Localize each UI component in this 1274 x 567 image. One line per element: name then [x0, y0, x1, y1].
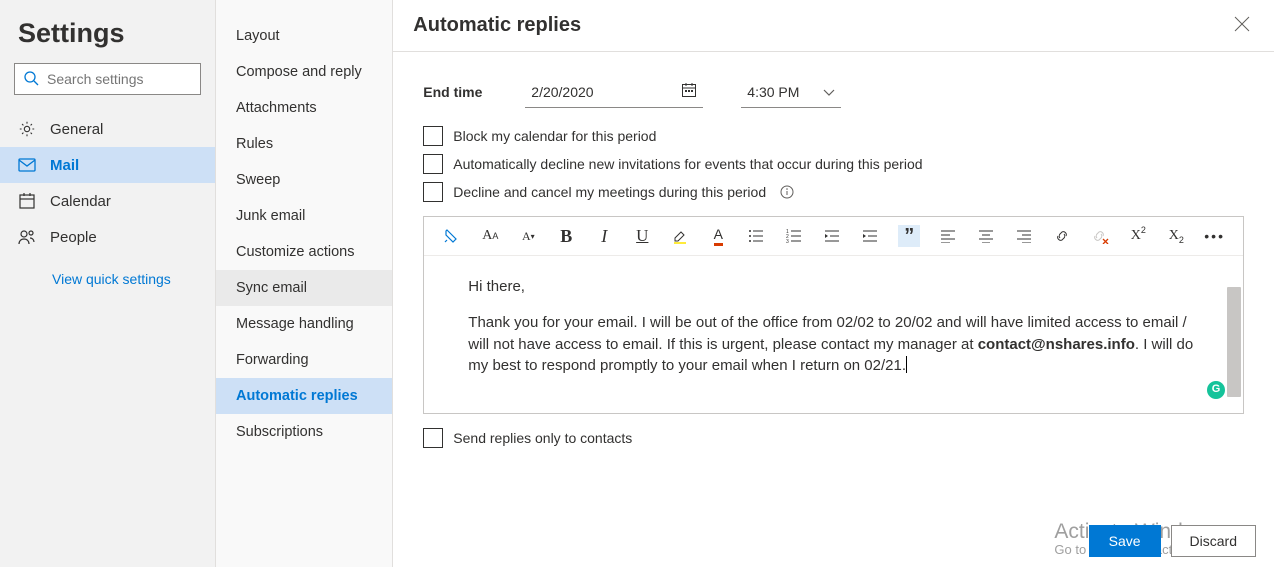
mid-junk[interactable]: Junk email	[216, 198, 392, 234]
nav-mail[interactable]: Mail	[0, 147, 215, 183]
mid-sweep[interactable]: Sweep	[216, 162, 392, 198]
people-icon	[18, 229, 36, 245]
blockquote-button[interactable]	[898, 225, 920, 247]
discard-button[interactable]: Discard	[1171, 525, 1256, 557]
bold-button[interactable]: B	[556, 225, 576, 247]
editor-toolbar: AA A▾ B I U A 123	[424, 217, 1243, 256]
automatic-replies-panel: Automatic replies End time 2/20/2020 4:3…	[393, 0, 1274, 567]
end-date-picker[interactable]: 2/20/2020	[525, 76, 703, 108]
superscript-button[interactable]: X2	[1128, 225, 1148, 247]
mid-layout[interactable]: Layout	[216, 18, 392, 54]
italic-button[interactable]: I	[594, 225, 614, 247]
settings-title: Settings	[0, 10, 215, 63]
align-left-icon[interactable]	[938, 225, 958, 247]
info-icon[interactable]	[780, 185, 794, 199]
nav-label: General	[50, 121, 103, 138]
panel-title: Automatic replies	[413, 14, 581, 37]
mid-compose[interactable]: Compose and reply	[216, 54, 392, 90]
search-settings[interactable]	[14, 63, 201, 95]
checkbox-block-calendar-label: Block my calendar for this period	[453, 128, 656, 144]
mail-settings-list: Layout Compose and reply Attachments Rul…	[215, 0, 393, 567]
mid-attachments[interactable]: Attachments	[216, 90, 392, 126]
calendar-icon	[18, 192, 36, 210]
view-quick-settings-link[interactable]: View quick settings	[0, 255, 215, 287]
mid-forwarding[interactable]: Forwarding	[216, 342, 392, 378]
subscript-button[interactable]: X2	[1166, 225, 1186, 247]
underline-button[interactable]: U	[632, 225, 652, 247]
save-button[interactable]: Save	[1089, 525, 1161, 557]
reply-editor: AA A▾ B I U A 123	[423, 216, 1244, 414]
more-options-icon[interactable]: •••	[1204, 225, 1225, 247]
outdent-icon[interactable]	[822, 225, 842, 247]
grammarly-icon[interactable]: G	[1207, 381, 1225, 399]
nav-calendar[interactable]: Calendar	[0, 183, 215, 219]
settings-sidebar: Settings General Mail Cale	[0, 0, 215, 567]
numbered-list-icon[interactable]: 123	[784, 225, 804, 247]
nav-general[interactable]: General	[0, 111, 215, 147]
mid-automatic-replies[interactable]: Automatic replies	[216, 378, 392, 414]
nav-label: Mail	[50, 157, 79, 174]
mid-sync-email[interactable]: Sync email	[216, 270, 392, 306]
mid-rules[interactable]: Rules	[216, 126, 392, 162]
highlight-icon[interactable]	[670, 225, 690, 247]
font-color-icon[interactable]: A	[708, 225, 728, 247]
gear-icon	[18, 120, 36, 138]
chevron-down-icon	[823, 84, 835, 100]
indent-icon[interactable]	[860, 225, 880, 247]
editor-body-text: Thank you for your email. I will be out …	[468, 312, 1199, 377]
nav-label: Calendar	[50, 193, 111, 210]
mail-icon	[18, 158, 36, 172]
close-button[interactable]	[1234, 16, 1250, 35]
end-time-picker[interactable]: 4:30 PM	[741, 76, 841, 108]
align-right-icon[interactable]	[1014, 225, 1034, 247]
insert-link-icon[interactable]	[1052, 225, 1072, 247]
editor-greeting: Hi there,	[468, 276, 1199, 298]
editor-textarea[interactable]: Hi there, Thank you for your email. I wi…	[424, 256, 1243, 413]
checkbox-replies-only-contacts[interactable]	[423, 428, 443, 448]
remove-link-icon[interactable]	[1090, 225, 1110, 247]
bulleted-list-icon[interactable]	[746, 225, 766, 247]
mid-customize-actions[interactable]: Customize actions	[216, 234, 392, 270]
svg-text:3: 3	[786, 239, 789, 243]
align-center-icon[interactable]	[976, 225, 996, 247]
font-size-down-icon[interactable]: A▾	[518, 225, 538, 247]
checkbox-decline-new[interactable]	[423, 154, 443, 174]
nav-people[interactable]: People	[0, 219, 215, 255]
mid-subscriptions[interactable]: Subscriptions	[216, 414, 392, 450]
calendar-picker-icon	[681, 82, 697, 101]
end-date-value: 2/20/2020	[531, 84, 593, 100]
mid-message-handling[interactable]: Message handling	[216, 306, 392, 342]
font-size-up-icon[interactable]: AA	[480, 225, 500, 247]
checkbox-decline-new-label: Automatically decline new invitations fo…	[453, 156, 922, 172]
format-painter-icon[interactable]	[442, 225, 462, 247]
nav-label: People	[50, 229, 97, 246]
end-time-value: 4:30 PM	[747, 84, 799, 100]
editor-scrollbar[interactable]	[1227, 287, 1241, 397]
checkbox-replies-only-contacts-label: Send replies only to contacts	[453, 430, 632, 446]
search-icon	[23, 70, 39, 89]
end-time-label: End time	[423, 84, 487, 100]
checkbox-decline-cancel[interactable]	[423, 182, 443, 202]
checkbox-block-calendar[interactable]	[423, 126, 443, 146]
search-input[interactable]	[39, 71, 228, 87]
checkbox-decline-cancel-label: Decline and cancel my meetings during th…	[453, 184, 766, 200]
